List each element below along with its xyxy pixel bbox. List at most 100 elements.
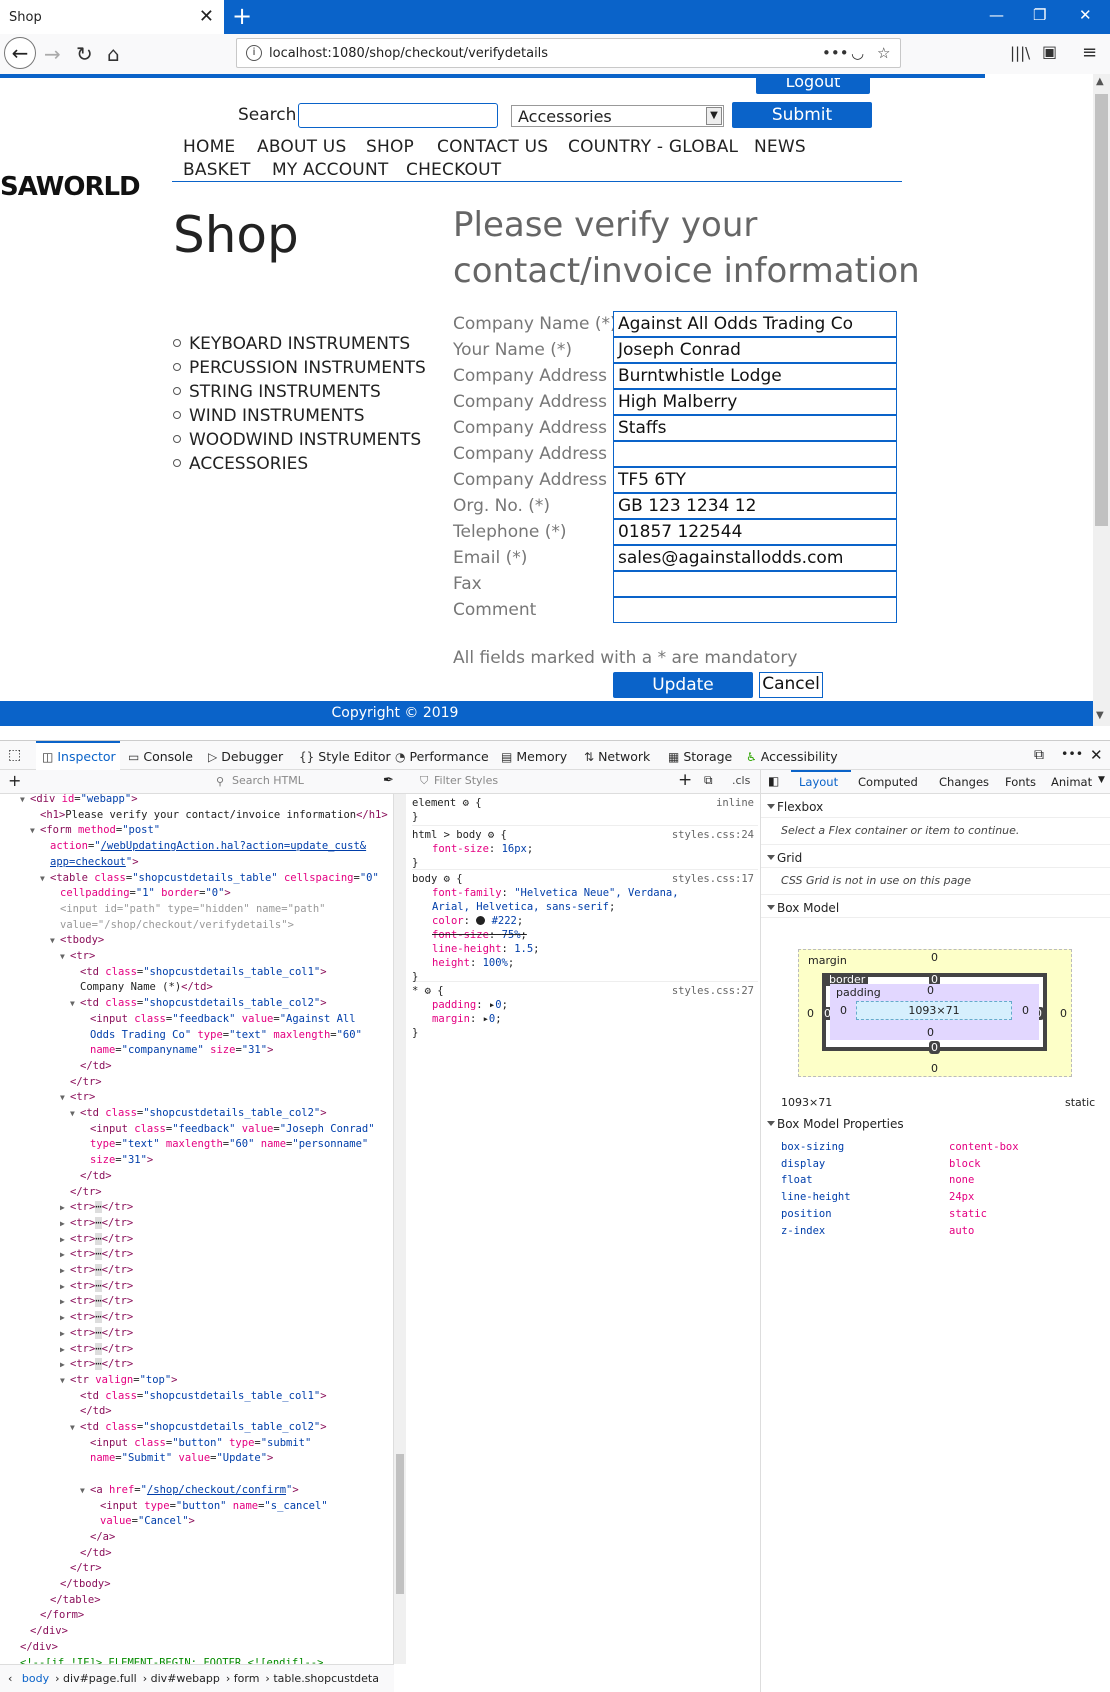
- category-keyboard[interactable]: KEYBOARD INSTRUMENTS: [173, 334, 410, 354]
- markup-line[interactable]: ▶ <tr>⋯</tr>: [0, 1263, 133, 1279]
- tab-performance[interactable]: ◔ Performance: [395, 749, 489, 764]
- rule-declaration[interactable]: margin: ▸0;: [412, 1012, 758, 1026]
- category-string[interactable]: STRING INSTRUMENTS: [173, 382, 381, 402]
- window-close-icon[interactable]: ✕: [1079, 6, 1092, 24]
- markup-line[interactable]: value="Cancel">: [0, 1514, 195, 1530]
- dock-icon[interactable]: ⧉: [1034, 747, 1044, 763]
- collapse-arrow-icon[interactable]: ▼: [70, 1106, 80, 1122]
- breadcrumb-item[interactable]: div#page.full: [63, 1672, 137, 1685]
- markup-line[interactable]: Odds Trading Co" type="text" maxlength="…: [0, 1028, 362, 1044]
- nav-checkout[interactable]: CHECKOUT: [406, 160, 501, 180]
- scroll-up-icon[interactable]: ▲: [1096, 76, 1104, 87]
- nav-home[interactable]: HOME: [183, 137, 235, 157]
- expand-arrow-icon[interactable]: ▶: [60, 1216, 70, 1232]
- address4-input[interactable]: [613, 441, 897, 467]
- collapse-arrow-icon[interactable]: ▼: [60, 949, 70, 965]
- search-input[interactable]: [298, 103, 498, 128]
- markup-line[interactable]: ▼ <td class="shopcustdetails_table_col2">: [0, 996, 327, 1012]
- page-actions-icon[interactable]: •••: [822, 44, 849, 62]
- pseudo-class-icon[interactable]: ⧉: [704, 773, 713, 788]
- markup-line[interactable]: ▶ <tr>⋯</tr>: [0, 1310, 133, 1326]
- markup-line[interactable]: <td class="shopcustdetails_table_col1">: [0, 965, 327, 981]
- markup-line[interactable]: </div>: [0, 1624, 68, 1640]
- markup-line[interactable]: value="/shop/checkout/verifydetails">: [0, 918, 294, 934]
- tab-memory[interactable]: ▤ Memory: [501, 749, 567, 764]
- markup-line[interactable]: <input id="path" type="hidden" name="pat…: [0, 902, 326, 918]
- markup-view[interactable]: ▼ <div id="webapp"> <h1>Please verify your…: [0, 794, 394, 1664]
- tab-accessibility[interactable]: ♿ Accessibility: [746, 749, 838, 764]
- markup-line[interactable]: ▼ <tr>: [0, 1090, 95, 1106]
- address5-input[interactable]: TF5 6TY: [613, 467, 897, 493]
- markup-line[interactable]: ▼ <td class="shopcustdetails_table_col2">: [0, 1106, 327, 1122]
- category-wind[interactable]: WIND INSTRUMENTS: [173, 406, 365, 426]
- maximize-icon[interactable]: ❐: [1033, 6, 1046, 24]
- rule-body[interactable]: body ⚙ { styles.css:17 font-family: "Hel…: [412, 872, 758, 983]
- add-node-icon[interactable]: +: [8, 771, 21, 790]
- rule-declaration[interactable]: height: 100%;: [412, 956, 758, 970]
- tab-storage[interactable]: ▦ Storage: [668, 749, 732, 764]
- nav-basket[interactable]: BASKET: [183, 160, 251, 180]
- padding-top-value[interactable]: 0: [927, 984, 934, 997]
- markup-line[interactable]: ▼ <td class="shopcustdetails_table_col2">: [0, 1420, 327, 1436]
- tab-style-editor[interactable]: {} Style Editor: [299, 749, 391, 764]
- rule-declaration[interactable]: line-height: 1.5;: [412, 942, 758, 956]
- markup-line[interactable]: type="text" maxlength="60" name="personn…: [0, 1137, 368, 1153]
- close-tab-icon[interactable]: ✕: [199, 6, 214, 27]
- sidebar-icon[interactable]: ▣: [1042, 42, 1057, 61]
- browser-tab[interactable]: Shop ✕: [0, 0, 224, 34]
- search-submit-button[interactable]: Submit: [732, 102, 872, 128]
- markup-line[interactable]: Company Name (*)</td>: [0, 980, 213, 996]
- expand-arrow-icon[interactable]: ▶: [60, 1247, 70, 1263]
- expand-arrow-icon[interactable]: ▶: [60, 1279, 70, 1295]
- nav-news[interactable]: NEWS: [754, 137, 806, 157]
- breadcrumb-item[interactable]: body: [22, 1672, 49, 1685]
- markup-line[interactable]: <input class="feedback" value="Against A…: [0, 1012, 356, 1028]
- close-devtools-icon[interactable]: ✕: [1090, 746, 1103, 764]
- markup-scrollbar[interactable]: [394, 794, 406, 1664]
- home-icon[interactable]: ⌂: [107, 42, 120, 66]
- tab-console[interactable]: ▭ Console: [128, 749, 193, 764]
- minimize-icon[interactable]: —: [989, 6, 1004, 24]
- box-model-border[interactable]: border 0 0 0 0 padding 0 0 0 0 1093×71: [822, 973, 1047, 1054]
- menu-icon[interactable]: ≡: [1082, 42, 1097, 63]
- markup-line[interactable]: ▼ <tbody>: [0, 933, 104, 949]
- markup-line[interactable]: ▼ <tr valign="top">: [0, 1373, 178, 1389]
- your-name-input[interactable]: Joseph Conrad: [613, 337, 897, 363]
- markup-line[interactable]: </tr>: [0, 1075, 102, 1091]
- comment-input[interactable]: [613, 597, 897, 623]
- markup-line[interactable]: ▶ <tr>⋯</tr>: [0, 1357, 133, 1373]
- margin-bottom-value[interactable]: 0: [931, 1062, 938, 1075]
- tab-computed[interactable]: Computed: [858, 775, 918, 789]
- expand-arrow-icon[interactable]: ▶: [60, 1326, 70, 1342]
- category-accessories[interactable]: ACCESSORIES: [173, 454, 308, 474]
- expand-arrow-icon[interactable]: ▶: [60, 1310, 70, 1326]
- rule-html-body[interactable]: html > body ⚙ { styles.css:24 font-size:…: [412, 828, 758, 870]
- markup-line[interactable]: cellpadding="1" border="0">: [0, 886, 231, 902]
- markup-line[interactable]: ▶ <tr>⋯</tr>: [0, 1326, 133, 1342]
- page-scrollbar[interactable]: ▲ ▼: [1093, 74, 1110, 726]
- padding-right-value[interactable]: 0: [1022, 1004, 1029, 1017]
- rule-source[interactable]: styles.css:17: [672, 872, 754, 886]
- org-no-input[interactable]: GB 123 1234 12: [613, 493, 897, 519]
- cls-toggle[interactable]: .cls: [732, 774, 750, 787]
- margin-right-value[interactable]: 0: [1060, 1007, 1067, 1020]
- nav-country[interactable]: COUNTRY - GLOBAL: [568, 137, 738, 157]
- margin-left-value[interactable]: 0: [807, 1007, 814, 1020]
- markup-line[interactable]: ▼ <a href="/shop/checkout/confirm">: [0, 1483, 299, 1499]
- update-button[interactable]: Update: [613, 672, 753, 698]
- markup-line[interactable]: <!--[if !IE]> ELEMENT-BEGIN: FOOTER <![e…: [0, 1656, 323, 1665]
- markup-line[interactable]: <input class="button" type="submit": [0, 1436, 311, 1452]
- tab-changes[interactable]: Changes: [939, 775, 989, 789]
- box-model-section-header[interactable]: Box Model: [761, 894, 1110, 918]
- markup-line[interactable]: </td>: [0, 1169, 112, 1185]
- box-model-properties-header[interactable]: Box Model Properties: [761, 1111, 1110, 1135]
- category-woodwind[interactable]: WOODWIND INSTRUMENTS: [173, 430, 421, 450]
- markup-line[interactable]: ▶ <tr>⋯</tr>: [0, 1216, 133, 1232]
- cancel-button[interactable]: Cancel: [759, 672, 823, 698]
- collapse-arrow-icon[interactable]: ▼: [30, 823, 40, 839]
- tab-debugger[interactable]: ▷ Debugger: [208, 749, 283, 764]
- library-icon[interactable]: |||\: [1010, 44, 1030, 62]
- markup-line[interactable]: </div>: [0, 1640, 58, 1656]
- rule-declaration[interactable]: padding: ▸0;: [412, 998, 758, 1012]
- breadcrumb-back-icon[interactable]: ‹: [8, 1672, 12, 1685]
